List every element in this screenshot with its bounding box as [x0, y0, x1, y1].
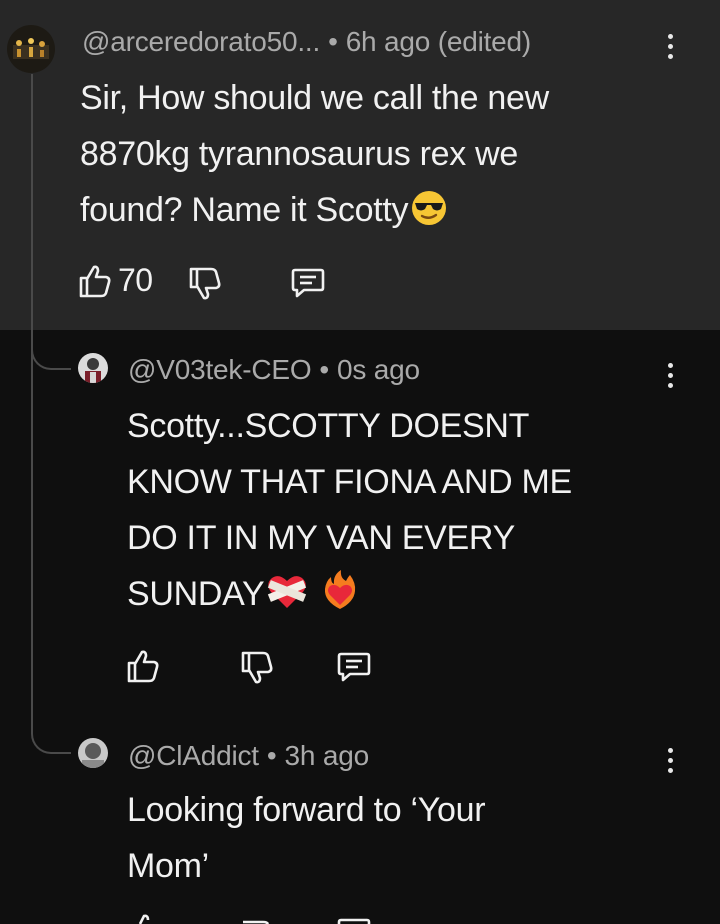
author-handle[interactable]: @ClAddict — [128, 740, 259, 771]
timestamp: 0s ago — [337, 354, 420, 385]
avatar[interactable] — [78, 353, 108, 383]
separator: • — [266, 740, 277, 771]
reply-connector — [31, 344, 71, 370]
thumbs-down-icon — [243, 920, 270, 924]
comment-text-line: SUNDAY — [127, 575, 265, 613]
thread-line — [31, 74, 33, 734]
sunglasses-emoji-icon — [410, 188, 448, 244]
more-options-icon[interactable] — [664, 748, 676, 778]
comment-icon — [291, 268, 325, 298]
comment-text: Sir, How should we call the new 8870kg t… — [80, 70, 700, 244]
comment-text: Scotty...SCOTTY DOESNT KNOW THAT FIONA A… — [127, 398, 697, 628]
thumbs-up-icon — [127, 650, 159, 683]
comment-text-line: Mom’ — [127, 847, 209, 885]
thumbs-up-icon — [138, 914, 150, 924]
dislike-button[interactable] — [240, 650, 274, 686]
comment-meta: @V03tek-CEO • 0s ago — [128, 354, 420, 386]
comment-text: Looking forward to ‘Your Mom’ — [127, 782, 697, 894]
reply-button[interactable] — [336, 914, 372, 924]
comment-text-line: found? Name it Scotty — [80, 191, 409, 229]
avatar[interactable] — [7, 25, 55, 73]
dislike-button[interactable] — [188, 266, 222, 302]
comment-icon — [337, 652, 371, 682]
like-button[interactable]: 70 — [78, 262, 153, 299]
comment-meta: @ClAddict • 3h ago — [128, 740, 369, 772]
reply-button[interactable] — [290, 266, 326, 300]
separator: • — [319, 354, 330, 385]
comment-text-line: KNOW THAT FIONA AND ME — [127, 463, 572, 501]
bandaged-heart-emoji-icon — [266, 572, 308, 628]
reply-connector — [31, 728, 71, 754]
timestamp: 6h ago (edited) — [345, 26, 532, 57]
like-button[interactable] — [126, 648, 160, 684]
thumbs-up-icon — [79, 265, 111, 297]
avatar[interactable] — [78, 738, 108, 768]
dislike-button[interactable] — [240, 914, 274, 924]
like-button[interactable] — [128, 912, 162, 924]
like-count: 70 — [118, 262, 153, 298]
more-options-icon[interactable] — [664, 34, 676, 64]
comment-text-line: Looking forward to ‘Your — [127, 791, 486, 829]
comment-meta: @arceredorato50... • 6h ago (edited) — [82, 26, 531, 58]
comment-text-line: Sir, How should we call the new — [80, 79, 549, 117]
heart-on-fire-emoji-icon — [320, 569, 360, 628]
separator: • — [328, 26, 338, 57]
timestamp: 3h ago — [284, 740, 370, 771]
author-handle[interactable]: @arceredorato50... — [82, 26, 320, 57]
comment-text-line: Scotty...SCOTTY DOESNT — [127, 407, 530, 445]
comment-text-line: DO IT IN MY VAN EVERY — [127, 519, 515, 557]
comment-text-line: 8870kg tyrannosaurus rex we — [80, 135, 518, 173]
comment-icon — [337, 918, 371, 924]
thumbs-down-icon — [241, 651, 273, 684]
author-handle[interactable]: @V03tek-CEO — [128, 354, 312, 385]
more-options-icon[interactable] — [664, 363, 676, 393]
reply-button[interactable] — [336, 650, 372, 684]
thumbs-down-icon — [189, 267, 221, 300]
